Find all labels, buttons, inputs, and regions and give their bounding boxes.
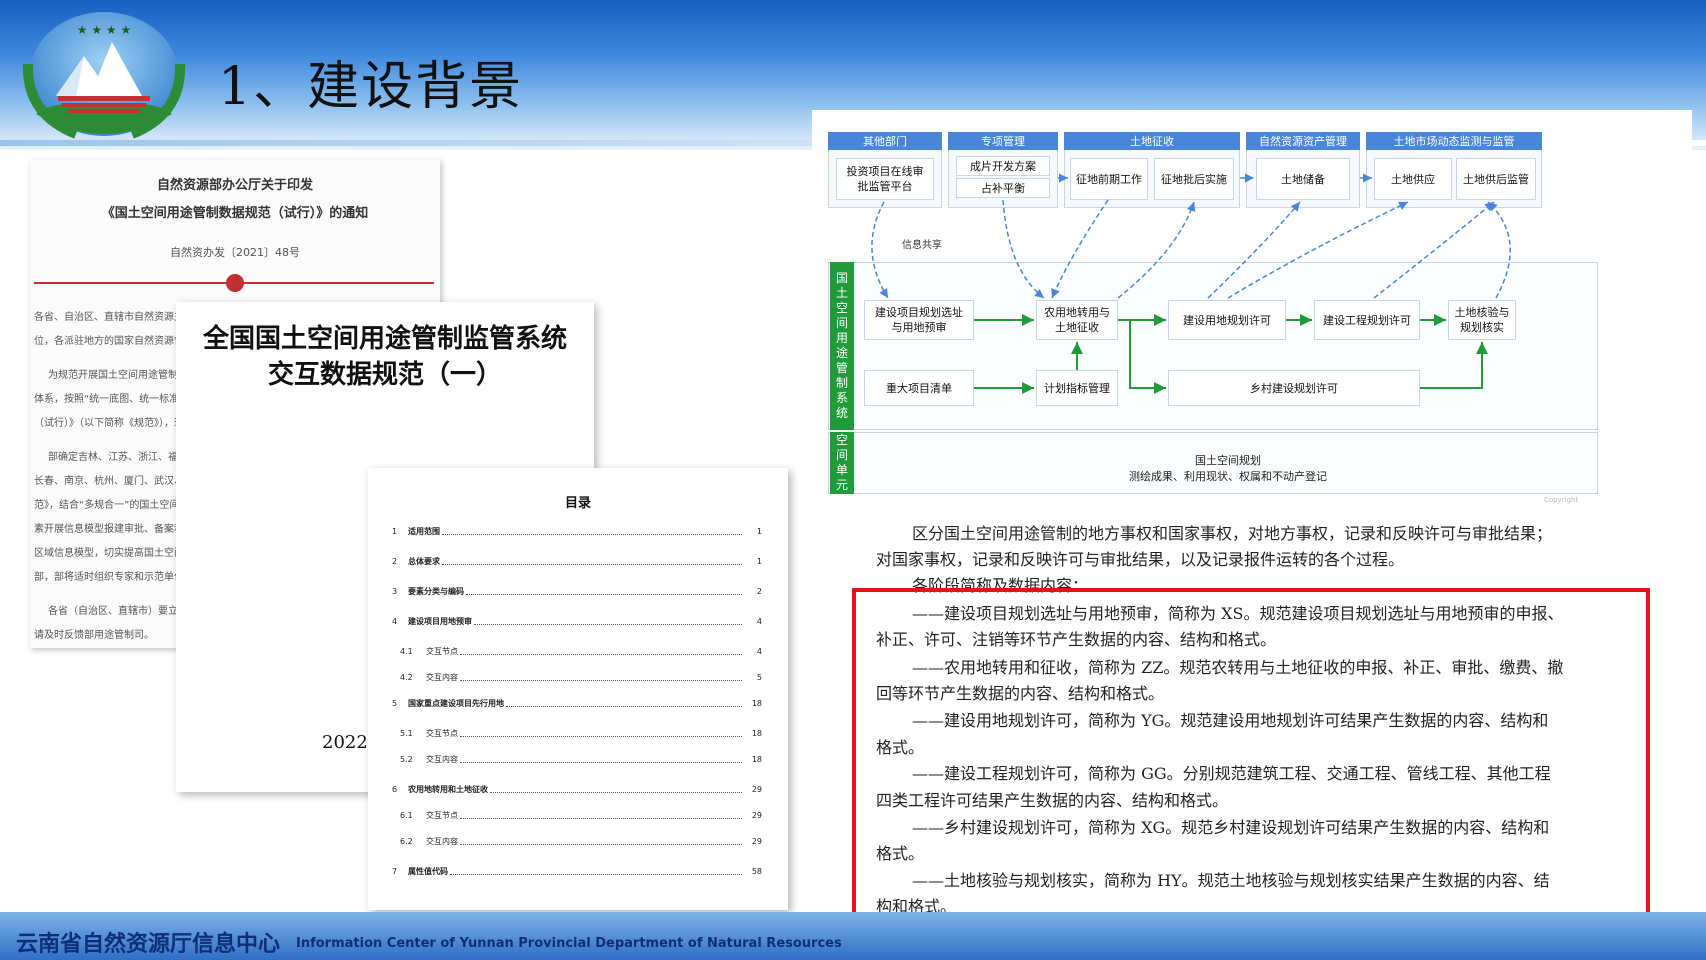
- toc-row-label: 属性值代码: [408, 866, 448, 876]
- flowchart: 其他部门 专项管理 土地征收 自然资源资产管理 土地市场动态监测与监管 投资项目…: [828, 130, 1598, 530]
- toc-row-number: 4.1: [400, 646, 413, 656]
- notice-paragraph: （试行）》（以下简称《规范》），现: [34, 418, 184, 429]
- footer-org-en: Information Center of Yunnan Provincial …: [296, 936, 842, 951]
- toc-row-label: 交互内容: [426, 672, 458, 682]
- toc-row-number: 1: [392, 526, 398, 536]
- toc-row-leader: [506, 699, 742, 707]
- toc-row: 5.1 交互节点 18: [392, 726, 762, 740]
- toc-row-number: 4.2: [400, 672, 413, 682]
- toc-row-leader: [460, 647, 742, 655]
- toc-row-leader: [466, 587, 742, 595]
- notice-paragraph: 请及时反馈部用途管制司。: [34, 630, 154, 641]
- toc-row-number: 5.1: [400, 728, 413, 738]
- toc-row-page: 1: [756, 526, 762, 536]
- toc-row: 6.2 交互内容 29: [392, 834, 762, 848]
- toc-row: 4 建设项目用地预审 4: [392, 614, 762, 628]
- toc-row-leader: [460, 729, 742, 737]
- notice-red-mark-icon: [226, 274, 244, 292]
- toc-row-number: 5: [392, 698, 398, 708]
- highlight-box: [852, 588, 1650, 922]
- slide-title: 1、建设背景: [218, 57, 524, 117]
- toc-row-leader: [442, 557, 742, 565]
- toc-row-label: 建设项目用地预审: [408, 616, 472, 626]
- toc-row-number: 4: [392, 616, 398, 626]
- toc-row-leader: [460, 837, 742, 845]
- toc-row: 6.1 交互节点 29: [392, 808, 762, 822]
- spec-year: 2022: [322, 732, 368, 753]
- toc-row-label: 交互内容: [426, 836, 458, 846]
- svg-text:★ ★ ★ ★: ★ ★ ★ ★: [77, 23, 131, 37]
- toc-row-label: 农用地转用和土地征收: [408, 784, 488, 794]
- notice-title-line1: 自然资源部办公厅关于印发: [156, 178, 313, 193]
- toc-row: 5 国家重点建设项目先行用地 18: [392, 696, 762, 710]
- toc-row-label: 交互节点: [426, 810, 458, 820]
- toc-row-number: 5.2: [400, 754, 413, 764]
- toc-row-label: 适用范围: [408, 526, 440, 536]
- toc-row-label: 要素分类与编码: [408, 586, 464, 596]
- toc-row-page: 4: [756, 646, 762, 656]
- toc-row-page: 18: [751, 698, 762, 708]
- toc-row-leader: [474, 617, 742, 625]
- toc-row-number: 6.1: [400, 810, 413, 820]
- toc-row: 4.2 交互内容 5: [392, 670, 762, 684]
- toc-row-leader: [460, 811, 742, 819]
- toc-row-page: 2: [756, 586, 762, 596]
- emblem-logo-icon: ★ ★ ★ ★: [22, 12, 186, 139]
- toc-row: 7 属性值代码 58: [392, 864, 762, 878]
- toc-row: 2 总体要求 1: [392, 554, 762, 568]
- toc-row: 3 要素分类与编码 2: [392, 584, 762, 598]
- toc-row-number: 6: [392, 784, 398, 794]
- toc-row-page: 18: [751, 728, 762, 738]
- notice-paragraph: 范》，结合“多规合一”的国土空间规划: [34, 500, 200, 511]
- toc-document: 目录 1 适用范围 1 2 总体要求 1 3 要素分类与编码 2 4 建设项目用地预审 4 4.1 交互节…: [368, 468, 788, 910]
- spec-title-line2: 交互数据规范（一）: [267, 360, 502, 390]
- toc-row-leader: [460, 673, 742, 681]
- toc-row: 1 适用范围 1: [392, 524, 762, 538]
- toc-row-page: 29: [751, 836, 762, 846]
- toc-row-leader: [460, 755, 742, 763]
- toc-row-page: 18: [751, 754, 762, 764]
- toc-row-label: 国家重点建设项目先行用地: [408, 698, 504, 708]
- notice-doc-number: 自然资办发〔2021〕48号: [170, 246, 300, 259]
- notice-title-line2: 《国土空间用途管制数据规范（试行）》的通知: [101, 206, 369, 221]
- toc-row-page: 4: [756, 616, 762, 626]
- toc-row-page: 58: [751, 866, 762, 876]
- intro-line1: 区分国土空间用途管制的地方事权和国家事权，对地方事权，记录和反映许可与审批结果；: [912, 524, 1553, 543]
- flow-connectors: [871, 173, 1511, 394]
- toc-row-page: 29: [751, 784, 762, 794]
- toc-row-label: 交互节点: [426, 728, 458, 738]
- toc-row-leader: [490, 785, 742, 793]
- toc-row-number: 3: [392, 586, 398, 596]
- toc-row-page: 1: [756, 556, 762, 566]
- toc-title: 目录: [564, 496, 591, 511]
- footer-org-cn: 云南省自然资源厅信息中心: [16, 932, 281, 957]
- toc-row: 4.1 交互节点 4: [392, 644, 762, 658]
- toc-row-leader: [450, 867, 742, 875]
- toc-row-label: 总体要求: [408, 556, 440, 566]
- spec-title-line1: 全国国土空间用途管制监管系统: [202, 324, 567, 354]
- toc-row-label: 交互节点: [426, 646, 458, 656]
- toc-row-page: 29: [751, 810, 762, 820]
- toc-row-page: 5: [756, 672, 762, 682]
- toc-row-number: 7: [392, 866, 398, 876]
- toc-row-leader: [442, 527, 742, 535]
- toc-row-number: 2: [392, 556, 398, 566]
- toc-row: 6 农用地转用和土地征收 29: [392, 782, 762, 796]
- toc-row-label: 交互内容: [426, 754, 458, 764]
- toc-row: 5.2 交互内容 18: [392, 752, 762, 766]
- intro-line2: 对国家事权，记录和反映许可与审批结果，以及记录报件运转的各个过程。: [876, 550, 1405, 569]
- toc-row-number: 6.2: [400, 836, 413, 846]
